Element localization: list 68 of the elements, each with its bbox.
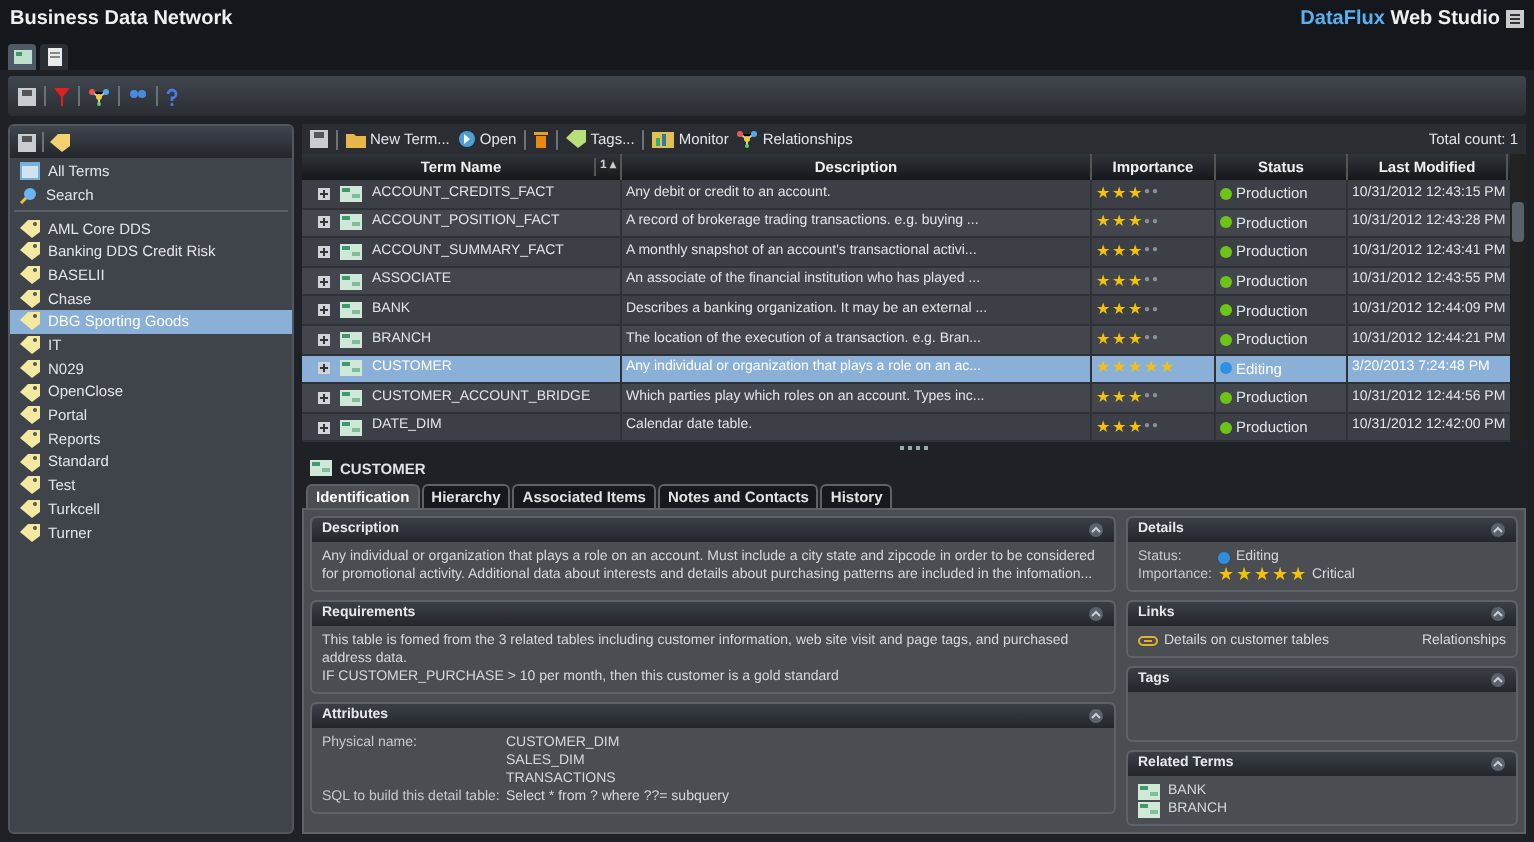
folder-icon (20, 162, 40, 181)
brand-name: DataFlux Web Studio (1300, 6, 1500, 34)
save-icon[interactable] (18, 87, 36, 105)
table-icon (340, 302, 362, 319)
table-icon (340, 419, 362, 436)
tag-icon (20, 289, 40, 308)
tag-icon (566, 130, 587, 148)
expand-icon[interactable] (318, 391, 330, 404)
splitter-grip[interactable] (900, 446, 928, 451)
table-icon (340, 273, 362, 290)
chevron-up-icon[interactable] (1490, 672, 1506, 689)
expand-icon[interactable] (318, 275, 330, 288)
expand-icon[interactable] (318, 333, 330, 346)
search-icon (20, 186, 38, 205)
help-icon[interactable] (166, 87, 178, 105)
tag-icon (20, 523, 40, 542)
tag-icon (20, 242, 40, 261)
star-rating: ★★★★★ (1096, 360, 1174, 377)
window-title: Business Data Network (10, 6, 233, 34)
table-icon (340, 331, 362, 348)
expand-icon[interactable] (318, 421, 330, 434)
network-icon (88, 87, 110, 105)
table-icon (340, 243, 362, 260)
tag-icon (20, 336, 40, 355)
chevron-up-icon[interactable] (1088, 522, 1104, 539)
document-icon (47, 48, 61, 66)
toolbar-button[interactable] (534, 130, 549, 148)
app-tab[interactable] (8, 44, 36, 70)
network-icon (736, 130, 759, 148)
chevron-up-icon[interactable] (1490, 606, 1506, 623)
table-icon (310, 460, 332, 477)
table-icon (340, 360, 362, 377)
monitor-icon (652, 131, 675, 147)
expand-icon[interactable] (318, 304, 330, 317)
scrollbar[interactable] (1510, 154, 1526, 443)
tag-icon (20, 476, 40, 495)
trash-icon (534, 130, 549, 148)
expand-icon[interactable] (318, 245, 330, 258)
table-icon (340, 389, 362, 406)
star-rating: ★★★★★ (1218, 566, 1306, 585)
expand-icon[interactable] (318, 187, 330, 200)
tag-icon (20, 312, 40, 331)
open-icon (457, 130, 476, 148)
tag-icon (20, 499, 40, 518)
tag-icon (20, 429, 40, 448)
save-icon[interactable] (18, 133, 36, 151)
menu-icon[interactable] (1506, 10, 1524, 28)
folder-icon (346, 131, 366, 147)
link-icon (1138, 636, 1158, 647)
tag-icon (20, 359, 40, 378)
table-icon (340, 185, 362, 202)
chevron-up-icon[interactable] (1490, 522, 1506, 539)
users-icon[interactable] (128, 88, 148, 104)
table-icon (340, 214, 362, 231)
expand-icon[interactable] (318, 216, 330, 229)
expand-icon[interactable] (318, 362, 330, 375)
save-icon[interactable] (310, 130, 328, 148)
chevron-up-icon[interactable] (1088, 708, 1104, 725)
chevron-up-icon[interactable] (1088, 606, 1104, 623)
tag-icon (20, 453, 40, 472)
table-icon (13, 50, 31, 64)
tag-icon[interactable] (50, 133, 70, 151)
tag-icon (20, 406, 40, 425)
tag-icon (20, 219, 40, 238)
chevron-up-icon[interactable] (1490, 756, 1506, 772)
app-tab[interactable] (40, 44, 68, 70)
tag-icon (20, 383, 40, 402)
tag-icon (20, 266, 40, 285)
